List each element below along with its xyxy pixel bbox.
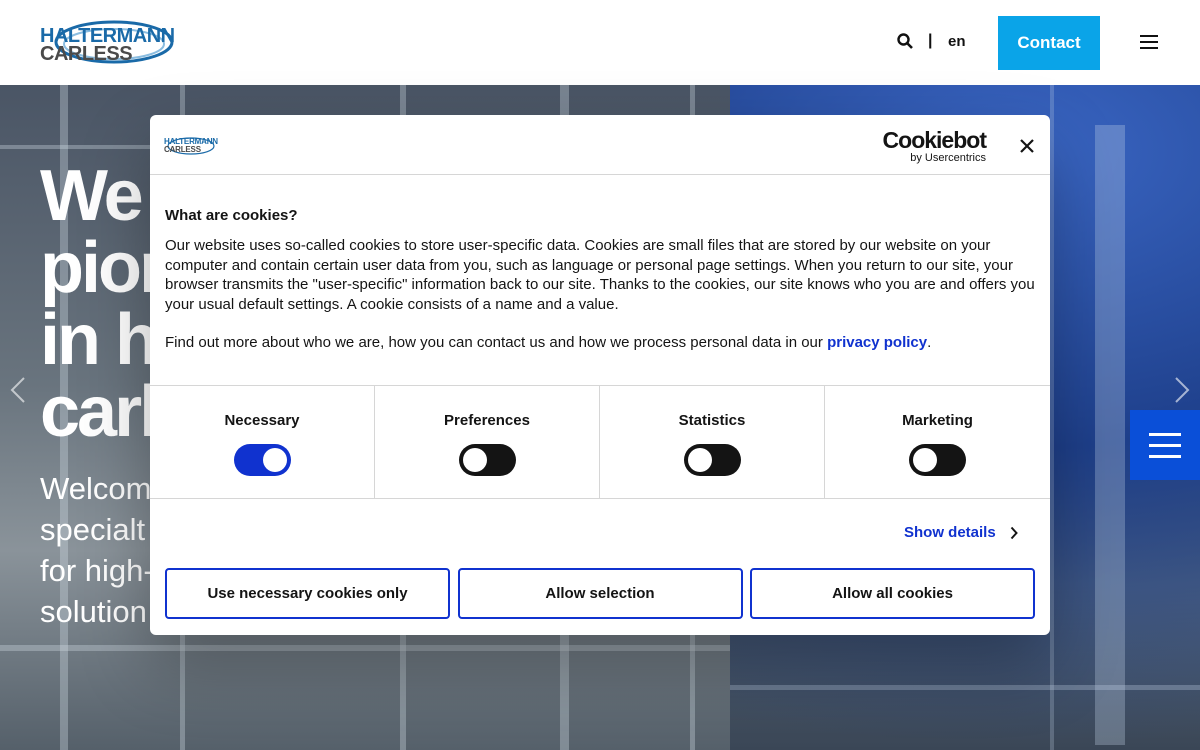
hamburger-icon	[1149, 432, 1181, 436]
site-header: HALTERMANN CARLESS | en Contact	[0, 0, 1200, 85]
language-selector[interactable]: en	[948, 33, 966, 50]
privacy-policy-link[interactable]: privacy policy	[827, 334, 927, 351]
category-marketing: Marketing	[825, 386, 1050, 498]
privacy-text-end: .	[927, 334, 932, 351]
chevron-right-icon[interactable]	[1172, 375, 1192, 405]
dialog-header: HALTERMANN CARLESS Cookiebot by Usercent…	[150, 115, 1050, 175]
logo-line2: CARLESS	[40, 43, 133, 65]
cookiebot-brand[interactable]: Cookiebot by Usercentrics	[880, 127, 987, 164]
hamburger-icon[interactable]	[1140, 35, 1160, 51]
chevron-right-icon	[1010, 526, 1018, 539]
search-icon[interactable]	[897, 33, 915, 51]
header-separator: |	[928, 32, 933, 49]
preferences-toggle[interactable]	[459, 444, 516, 476]
show-details-link[interactable]: Show details	[904, 524, 1018, 541]
cookiebot-name: Cookiebot	[882, 127, 987, 153]
cookie-categories: Necessary Preferences Statistics Marketi…	[150, 385, 1050, 499]
category-statistics: Statistics	[600, 386, 825, 498]
category-label: Statistics	[678, 412, 746, 429]
haltermann-carless-logo[interactable]: HALTERMANN CARLESS	[38, 14, 183, 72]
close-icon[interactable]	[1018, 137, 1036, 155]
side-menu-button[interactable]	[1130, 410, 1200, 480]
category-label: Marketing	[902, 412, 973, 429]
consent-buttons: Use necessary cookies only Allow selecti…	[165, 568, 1035, 619]
dialog-heading: What are cookies?	[165, 207, 298, 224]
marketing-toggle[interactable]	[909, 444, 966, 476]
allow-all-cookies-button[interactable]: Allow all cookies	[750, 568, 1035, 619]
category-label: Necessary	[224, 412, 300, 429]
category-necessary: Necessary	[150, 386, 375, 498]
dialog-logo-line2: CARLESS	[164, 145, 201, 154]
category-label: Preferences	[444, 412, 530, 429]
dialog-description: Our website uses so-called cookies to st…	[165, 237, 1035, 313]
dialog-logo: HALTERMANN CARLESS	[164, 136, 218, 156]
cookie-consent-dialog: HALTERMANN CARLESS Cookiebot by Usercent…	[150, 115, 1050, 635]
allow-selection-button[interactable]: Allow selection	[457, 568, 743, 619]
use-necessary-only-button[interactable]: Use necessary cookies only	[165, 568, 450, 619]
cookiebot-byline: by Usercentrics	[910, 152, 986, 164]
dialog-privacy-text: Find out more about who we are, how you …	[165, 333, 1040, 353]
contact-button[interactable]: Contact	[998, 16, 1100, 70]
chevron-left-icon[interactable]	[8, 375, 28, 405]
dialog-body: What are cookies? Our website uses so-ca…	[165, 207, 1040, 372]
statistics-toggle[interactable]	[684, 444, 741, 476]
show-details-label: Show details	[904, 524, 996, 541]
necessary-toggle[interactable]	[234, 444, 291, 476]
privacy-text: Find out more about who we are, how you …	[165, 334, 828, 351]
category-preferences: Preferences	[375, 386, 600, 498]
